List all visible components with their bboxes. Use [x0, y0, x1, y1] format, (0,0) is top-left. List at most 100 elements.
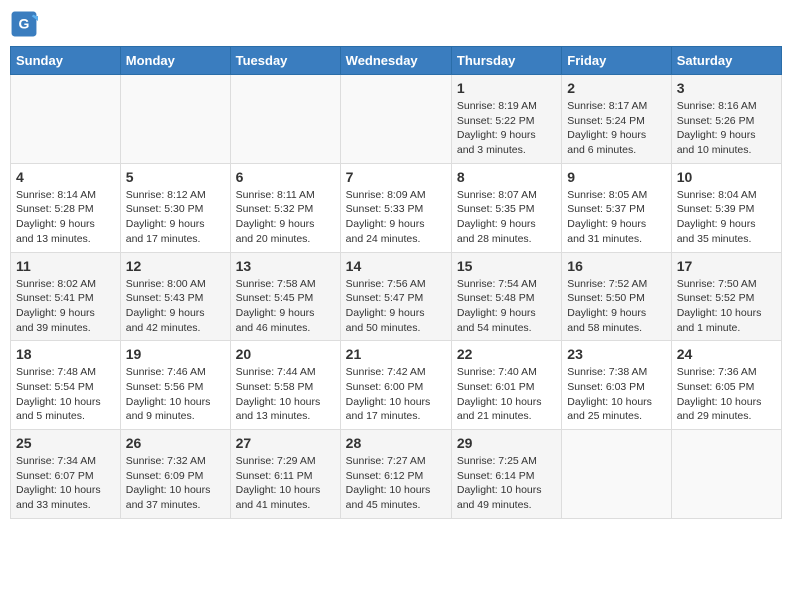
day-info: Sunrise: 8:05 AMSunset: 5:37 PMDaylight:… — [567, 188, 665, 247]
calendar-cell: 10 Sunrise: 8:04 AMSunset: 5:39 PMDayligh… — [671, 163, 781, 252]
page-header: G — [10, 10, 782, 38]
day-info: Sunrise: 8:16 AMSunset: 5:26 PMDaylight:… — [677, 99, 776, 158]
calendar-header: SundayMondayTuesdayWednesdayThursdayFrid… — [11, 47, 782, 75]
calendar-table: SundayMondayTuesdayWednesdayThursdayFrid… — [10, 46, 782, 519]
day-info: Sunrise: 7:46 AMSunset: 5:56 PMDaylight:… — [126, 365, 225, 424]
week-row-4: 18 Sunrise: 7:48 AMSunset: 5:54 PMDayligh… — [11, 341, 782, 430]
header-monday: Monday — [120, 47, 230, 75]
day-info: Sunrise: 8:09 AMSunset: 5:33 PMDaylight:… — [346, 188, 446, 247]
calendar-cell: 1 Sunrise: 8:19 AMSunset: 5:22 PMDaylight… — [451, 75, 561, 164]
day-info: Sunrise: 7:40 AMSunset: 6:01 PMDaylight:… — [457, 365, 556, 424]
calendar-cell — [230, 75, 340, 164]
calendar-cell: 14 Sunrise: 7:56 AMSunset: 5:47 PMDayligh… — [340, 252, 451, 341]
day-number: 22 — [457, 346, 556, 362]
day-number: 13 — [236, 258, 335, 274]
day-number: 1 — [457, 80, 556, 96]
day-number: 26 — [126, 435, 225, 451]
calendar-cell: 20Sunrise: 7:44 AMSunset: 5:58 PMDayligh… — [230, 341, 340, 430]
header-row: SundayMondayTuesdayWednesdayThursdayFrid… — [11, 47, 782, 75]
header-wednesday: Wednesday — [340, 47, 451, 75]
calendar-cell: 24 Sunrise: 7:36 AMSunset: 6:05 PMDayligh… — [671, 341, 781, 430]
day-number: 14 — [346, 258, 446, 274]
calendar-cell: 15 Sunrise: 7:54 AMSunset: 5:48 PMDayligh… — [451, 252, 561, 341]
day-info: Sunrise: 7:50 AMSunset: 5:52 PMDaylight:… — [677, 277, 776, 336]
header-saturday: Saturday — [671, 47, 781, 75]
day-info: Sunrise: 7:56 AMSunset: 5:47 PMDaylight:… — [346, 277, 446, 336]
day-info: Sunrise: 8:02 AMSunset: 5:41 PMDaylight:… — [16, 277, 115, 336]
day-number: 28 — [346, 435, 446, 451]
day-number: 7 — [346, 169, 446, 185]
day-info: Sunrise: 8:19 AMSunset: 5:22 PMDaylight:… — [457, 99, 556, 158]
calendar-cell — [562, 430, 671, 519]
week-row-2: 4 Sunrise: 8:14 AMSunset: 5:28 PMDaylight… — [11, 163, 782, 252]
day-number: 25 — [16, 435, 115, 451]
header-friday: Friday — [562, 47, 671, 75]
day-number: 29 — [457, 435, 556, 451]
day-info: Sunrise: 8:00 AMSunset: 5:43 PMDaylight:… — [126, 277, 225, 336]
calendar-cell: 27Sunrise: 7:29 AMSunset: 6:11 PMDayligh… — [230, 430, 340, 519]
calendar-cell: 23 Sunrise: 7:38 AMSunset: 6:03 PMDayligh… — [562, 341, 671, 430]
calendar-cell: 17 Sunrise: 7:50 AMSunset: 5:52 PMDayligh… — [671, 252, 781, 341]
calendar-cell: 13 Sunrise: 7:58 AMSunset: 5:45 PMDayligh… — [230, 252, 340, 341]
calendar-cell: 29 Sunrise: 7:25 AMSunset: 6:14 PMDayligh… — [451, 430, 561, 519]
header-thursday: Thursday — [451, 47, 561, 75]
day-info: Sunrise: 7:54 AMSunset: 5:48 PMDaylight:… — [457, 277, 556, 336]
week-row-3: 11 Sunrise: 8:02 AMSunset: 5:41 PMDayligh… — [11, 252, 782, 341]
day-info: Sunrise: 7:58 AMSunset: 5:45 PMDaylight:… — [236, 277, 335, 336]
day-info: Sunrise: 8:17 AMSunset: 5:24 PMDaylight:… — [567, 99, 665, 158]
day-info: Sunrise: 7:44 AMSunset: 5:58 PMDaylight:… — [236, 365, 335, 424]
day-number: 6 — [236, 169, 335, 185]
calendar-cell — [120, 75, 230, 164]
day-number: 11 — [16, 258, 115, 274]
day-number: 8 — [457, 169, 556, 185]
calendar-cell — [340, 75, 451, 164]
calendar-cell: 6 Sunrise: 8:11 AMSunset: 5:32 PMDaylight… — [230, 163, 340, 252]
day-number: 10 — [677, 169, 776, 185]
day-number: 19 — [126, 346, 225, 362]
day-info: Sunrise: 7:32 AMSunset: 6:09 PMDaylight:… — [126, 454, 225, 513]
day-info: Sunrise: 7:29 AMSunset: 6:11 PMDaylight:… — [236, 454, 335, 513]
day-info: Sunrise: 7:25 AMSunset: 6:14 PMDaylight:… — [457, 454, 556, 513]
day-number: 15 — [457, 258, 556, 274]
day-info: Sunrise: 7:27 AMSunset: 6:12 PMDaylight:… — [346, 454, 446, 513]
calendar-cell: 8 Sunrise: 8:07 AMSunset: 5:35 PMDaylight… — [451, 163, 561, 252]
day-info: Sunrise: 8:11 AMSunset: 5:32 PMDaylight:… — [236, 188, 335, 247]
header-sunday: Sunday — [11, 47, 121, 75]
day-info: Sunrise: 8:04 AMSunset: 5:39 PMDaylight:… — [677, 188, 776, 247]
day-info: Sunrise: 8:14 AMSunset: 5:28 PMDaylight:… — [16, 188, 115, 247]
calendar-cell: 4 Sunrise: 8:14 AMSunset: 5:28 PMDaylight… — [11, 163, 121, 252]
day-info: Sunrise: 7:36 AMSunset: 6:05 PMDaylight:… — [677, 365, 776, 424]
calendar-cell: 3Sunrise: 8:16 AMSunset: 5:26 PMDaylight… — [671, 75, 781, 164]
day-info: Sunrise: 7:48 AMSunset: 5:54 PMDaylight:… — [16, 365, 115, 424]
day-number: 5 — [126, 169, 225, 185]
day-number: 23 — [567, 346, 665, 362]
day-info: Sunrise: 7:52 AMSunset: 5:50 PMDaylight:… — [567, 277, 665, 336]
day-number: 18 — [16, 346, 115, 362]
day-info: Sunrise: 7:38 AMSunset: 6:03 PMDaylight:… — [567, 365, 665, 424]
calendar-cell: 16Sunrise: 7:52 AMSunset: 5:50 PMDayligh… — [562, 252, 671, 341]
day-number: 9 — [567, 169, 665, 185]
day-info: Sunrise: 7:42 AMSunset: 6:00 PMDaylight:… — [346, 365, 446, 424]
day-number: 2 — [567, 80, 665, 96]
calendar-cell: 26 Sunrise: 7:32 AMSunset: 6:09 PMDayligh… — [120, 430, 230, 519]
calendar-cell — [671, 430, 781, 519]
calendar-cell — [11, 75, 121, 164]
header-tuesday: Tuesday — [230, 47, 340, 75]
svg-text:G: G — [19, 16, 30, 32]
calendar-cell: 5Sunrise: 8:12 AMSunset: 5:30 PMDaylight… — [120, 163, 230, 252]
calendar-cell: 12 Sunrise: 8:00 AMSunset: 5:43 PMDayligh… — [120, 252, 230, 341]
day-number: 21 — [346, 346, 446, 362]
day-number: 24 — [677, 346, 776, 362]
calendar-cell: 2 Sunrise: 8:17 AMSunset: 5:24 PMDaylight… — [562, 75, 671, 164]
day-number: 12 — [126, 258, 225, 274]
calendar-cell: 28 Sunrise: 7:27 AMSunset: 6:12 PMDayligh… — [340, 430, 451, 519]
day-number: 17 — [677, 258, 776, 274]
day-number: 4 — [16, 169, 115, 185]
calendar-cell: 9 Sunrise: 8:05 AMSunset: 5:37 PMDaylight… — [562, 163, 671, 252]
logo-icon: G — [10, 10, 38, 38]
calendar-cell: 11 Sunrise: 8:02 AMSunset: 5:41 PMDayligh… — [11, 252, 121, 341]
week-row-5: 25Sunrise: 7:34 AMSunset: 6:07 PMDayligh… — [11, 430, 782, 519]
calendar-cell: 22 Sunrise: 7:40 AMSunset: 6:01 PMDayligh… — [451, 341, 561, 430]
calendar-cell: 7 Sunrise: 8:09 AMSunset: 5:33 PMDaylight… — [340, 163, 451, 252]
day-info: Sunrise: 8:07 AMSunset: 5:35 PMDaylight:… — [457, 188, 556, 247]
